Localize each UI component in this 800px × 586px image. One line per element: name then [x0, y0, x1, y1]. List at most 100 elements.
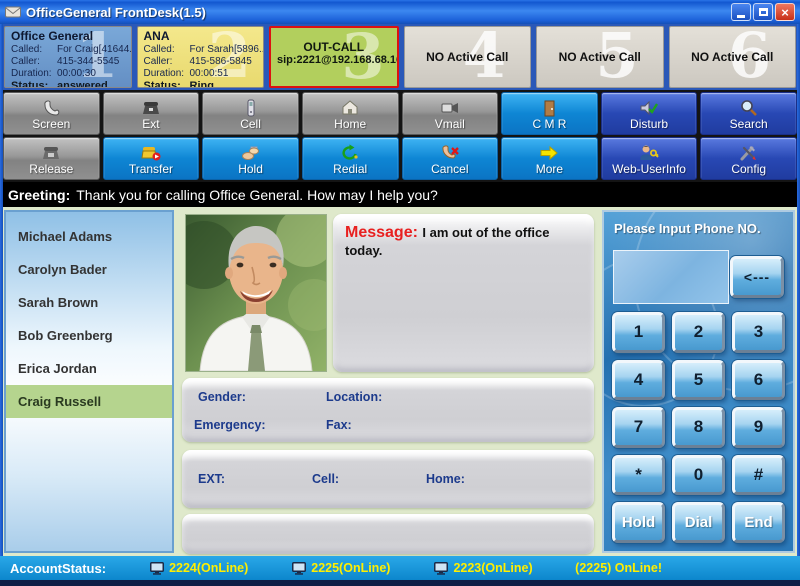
fax-label: Fax: [326, 418, 352, 432]
desk-phone-icon [41, 142, 61, 162]
keypad-prompt: Please Input Phone NO. [614, 221, 761, 236]
app-icon [5, 5, 21, 19]
duration-value: 00:00:51 [190, 68, 229, 79]
call-panel-6[interactable]: 6 NO Active Call [669, 26, 797, 88]
web-userinfo-button[interactable]: Web-UserInfo [601, 137, 698, 180]
status-value: Ring [190, 80, 214, 88]
contact-photo [185, 214, 327, 372]
redial-button[interactable]: Redial [302, 137, 399, 180]
key-1[interactable]: 1 [612, 312, 665, 353]
ext-button[interactable]: Ext [103, 92, 200, 135]
toolbar-row-1: Screen Ext Cell Home Vmail C M R [3, 92, 797, 135]
no-active-call-label: NO Active Call [426, 50, 508, 64]
account-status-text: 2223(OnLine) [453, 561, 532, 575]
message-panel: Message: I am out of the office today. [333, 214, 594, 372]
main-area: Michael Adams Carolyn Bader Sarah Brown … [0, 207, 800, 556]
window-titlebar: OfficeGeneral FrontDesk(1.5) × [0, 0, 800, 24]
call-panel-5[interactable]: 5 NO Active Call [536, 26, 664, 88]
button-label: Config [731, 163, 766, 175]
speaker-check-icon [639, 97, 659, 117]
call-panel-3[interactable]: 3 OUT-CALL sip:2221@192.168.68.16 [269, 26, 399, 88]
key-0[interactable]: 0 [672, 455, 725, 496]
key-hash[interactable]: # [732, 455, 785, 496]
hold-button[interactable]: Hold [202, 137, 299, 180]
button-label: Vmail [435, 118, 465, 130]
call-line-panels: 1 Office General Called:For Craig[41644.… [0, 24, 800, 90]
ext-label: EXT: [198, 472, 225, 486]
button-label: Transfer [129, 163, 173, 175]
sip-address: sip:2221@192.168.68.16 [277, 54, 391, 66]
contact-item[interactable]: Carolyn Bader [6, 253, 172, 286]
emergency-label: Emergency: [194, 418, 266, 432]
phone-number-display[interactable] [613, 250, 729, 304]
key-6[interactable]: 6 [732, 360, 785, 401]
release-button[interactable]: Release [3, 137, 100, 180]
info-panel-phones: EXT: Cell: Home: [182, 450, 594, 508]
account-status-item: 2224(OnLine) [150, 561, 248, 575]
key-4[interactable]: 4 [612, 360, 665, 401]
magnifier-icon [739, 97, 759, 117]
home-button[interactable]: Home [302, 92, 399, 135]
button-label: More [536, 163, 563, 175]
disturb-button[interactable]: Disturb [601, 92, 698, 135]
contact-item[interactable]: Bob Greenberg [6, 319, 172, 352]
caller-value: 415-344-5545 [57, 56, 119, 67]
called-value: For Sarah[5896.. [190, 44, 265, 55]
home-icon [340, 97, 360, 117]
duration-value: 00:00:30 [57, 68, 96, 79]
cancel-button[interactable]: Cancel [402, 137, 499, 180]
key-8[interactable]: 8 [672, 407, 725, 448]
call-panel-4[interactable]: 4 NO Active Call [404, 26, 532, 88]
key-9[interactable]: 9 [732, 407, 785, 448]
keypad-grid: 1 2 3 4 5 6 7 8 9 * 0 # Hold Dial End [612, 312, 785, 543]
minimize-button[interactable] [731, 3, 751, 21]
config-button[interactable]: Config [700, 137, 797, 180]
call-panel-title: Office General [11, 29, 125, 43]
transfer-button[interactable]: Transfer [103, 137, 200, 180]
call-panel-2[interactable]: 2 ANA Called:For Sarah[5896.. Caller:415… [137, 26, 265, 88]
screen-button[interactable]: Screen [3, 92, 100, 135]
window-frame-bottom [0, 580, 800, 586]
backspace-key[interactable]: <--- [730, 256, 784, 298]
button-label: Search [730, 118, 768, 130]
contact-item[interactable]: Erica Jordan [6, 352, 172, 385]
key-2[interactable]: 2 [672, 312, 725, 353]
call-panel-1[interactable]: 1 Office General Called:For Craig[41644.… [4, 26, 132, 88]
toolbar-row-2: Release Transfer Hold Redial Cancel More [3, 137, 797, 180]
status-label: Status: [11, 80, 57, 88]
caller-label: Caller: [11, 56, 57, 68]
called-label: Called: [11, 44, 57, 56]
hold-key[interactable]: Hold [612, 502, 665, 543]
contact-item-selected[interactable]: Craig Russell [6, 385, 172, 418]
gender-label: Gender: [198, 390, 246, 404]
computer-icon [292, 562, 306, 575]
key-5[interactable]: 5 [672, 360, 725, 401]
account-status-item: 2223(OnLine) [434, 561, 532, 575]
more-button[interactable]: More [501, 137, 598, 180]
arrow-right-icon [539, 142, 559, 162]
info-panel-personal: Gender: Location: Emergency: Fax: [182, 378, 594, 442]
search-button[interactable]: Search [700, 92, 797, 135]
message-label: Message: [345, 224, 418, 241]
greeting-bar: Greeting: Thank you for calling Office G… [0, 182, 800, 207]
contact-item[interactable]: Sarah Brown [6, 286, 172, 319]
key-3[interactable]: 3 [732, 312, 785, 353]
end-key[interactable]: End [732, 502, 785, 543]
caller-label: Caller: [144, 56, 190, 68]
cmr-button[interactable]: C M R [501, 92, 598, 135]
key-star[interactable]: * [612, 455, 665, 496]
online-status-text: (2225) OnLine! [575, 561, 662, 575]
close-button[interactable]: × [775, 3, 795, 21]
maximize-button[interactable] [753, 3, 773, 21]
app-window: OfficeGeneral FrontDesk(1.5) × 1 Office … [0, 0, 800, 586]
key-7[interactable]: 7 [612, 407, 665, 448]
dial-key[interactable]: Dial [672, 502, 725, 543]
contact-detail-panel: Message: I am out of the office today. G… [178, 207, 596, 556]
handset-icon [41, 97, 61, 117]
vmail-button[interactable]: Vmail [402, 92, 499, 135]
contact-item[interactable]: Michael Adams [6, 220, 172, 253]
status-label: Status: [144, 80, 190, 88]
duration-label: Duration: [11, 68, 57, 80]
cell-button[interactable]: Cell [202, 92, 299, 135]
greeting-label: Greeting: [8, 187, 70, 203]
